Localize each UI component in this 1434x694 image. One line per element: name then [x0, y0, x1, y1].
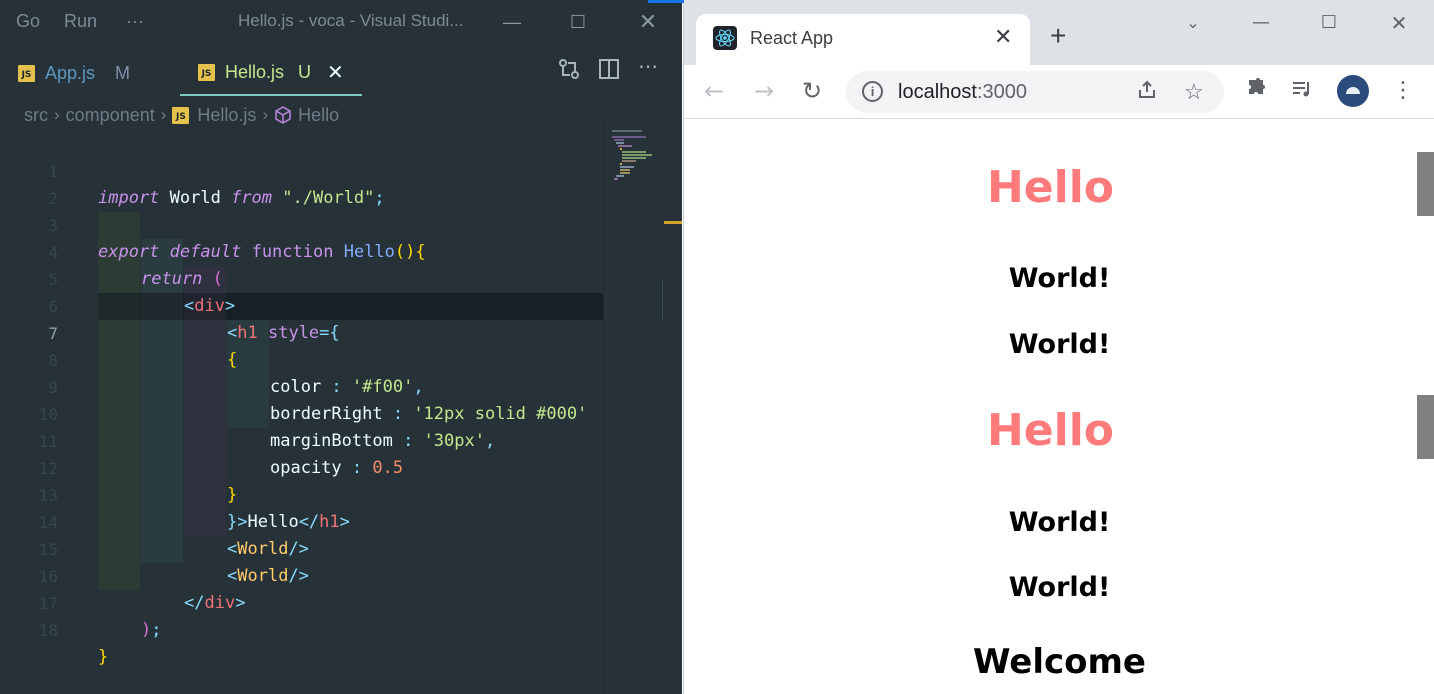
forward-arrow-icon[interactable]: → — [754, 77, 774, 105]
window-title: Hello.js - voca - Visual Studi... — [238, 11, 464, 30]
world-heading: World! — [1008, 263, 1111, 294]
code-line: 18 } — [38, 621, 109, 667]
minimap-divider — [662, 280, 663, 320]
code-line: 16 </div> — [38, 567, 246, 613]
new-tab-plus-icon[interactable]: + — [1050, 22, 1066, 50]
profile-avatar[interactable] — [1337, 75, 1369, 107]
hello-heading: Hello — [986, 162, 1115, 213]
code-line: 17 ); — [38, 594, 162, 640]
reload-icon[interactable]: ↻ — [802, 77, 822, 105]
minimize-icon[interactable]: — — [1238, 8, 1284, 38]
more-actions-icon[interactable]: ⋯ — [638, 54, 658, 78]
menu-go[interactable]: Go — [16, 11, 40, 32]
js-file-icon: JS — [18, 64, 35, 82]
world-heading: World! — [1008, 507, 1111, 538]
browser-toolbar: ← → ↻ i localhost:3000 ☆ ⋮ — [684, 65, 1434, 119]
close-window-icon[interactable]: ✕ — [1376, 8, 1422, 38]
browser-window: React App ✕ + ⌄ — ☐ ✕ ← → ↻ i localhost:… — [648, 0, 1434, 694]
minimap-marker — [664, 221, 682, 224]
breadcrumb-item[interactable]: src — [24, 105, 48, 126]
code-line: 2 — [48, 189, 58, 208]
react-logo-icon — [713, 26, 737, 50]
browser-menu-icon[interactable]: ⋮ — [1392, 77, 1414, 105]
minimize-icon[interactable]: — — [492, 6, 532, 38]
heading-border-right — [1417, 395, 1434, 459]
chevron-right-icon: › — [160, 105, 167, 124]
untracked-badge: U — [298, 61, 312, 82]
close-icon[interactable]: ✕ — [628, 6, 668, 38]
chevron-right-icon: › — [54, 105, 60, 124]
breadcrumb-item[interactable]: component — [66, 105, 155, 126]
url-text[interactable]: localhost:3000 — [898, 81, 1027, 104]
bookmark-star-icon[interactable]: ☆ — [1184, 79, 1204, 105]
heading-border-right — [1417, 152, 1434, 216]
code-line: 11 opacity : 0.5 — [38, 432, 404, 478]
browser-tabstrip: React App ✕ + ⌄ — ☐ ✕ — [684, 0, 1434, 65]
editor-tabbar: JS App.js M JS Hello.js U ✕ ⋯ — [0, 50, 682, 96]
code-line: 5 <div> — [48, 270, 236, 316]
code-line: 4 return ( — [48, 243, 223, 289]
tab-label: App.js — [45, 62, 96, 83]
code-line: 1 import World from "./World"; — [48, 162, 385, 208]
code-line: 7 { — [48, 324, 238, 370]
git-compare-icon[interactable] — [558, 58, 580, 85]
back-arrow-icon[interactable]: ← — [704, 77, 724, 105]
menu-more[interactable]: ··· — [126, 11, 144, 32]
code-line: 10 marginBottom : '30px', — [38, 405, 496, 451]
code-line: 9 borderRight : '12px solid #000' — [48, 378, 588, 424]
minimap[interactable] — [603, 120, 682, 694]
code-line: 6 <h1 style={ — [48, 297, 340, 343]
maximize-icon[interactable]: ☐ — [1306, 8, 1352, 38]
code-line: 14 <World/> — [38, 513, 309, 559]
chevron-right-icon: › — [262, 105, 269, 124]
tab-hello-js[interactable]: JS Hello.js U ✕ — [180, 50, 362, 96]
vscode-titlebar: Go Run ··· Hello.js - voca - Visual Stud… — [0, 0, 682, 44]
extensions-puzzle-icon[interactable] — [1244, 77, 1268, 109]
code-line: 12 } — [38, 459, 238, 505]
code-line: 15 <World/> — [38, 540, 309, 586]
js-file-icon: JS — [198, 63, 215, 81]
code-line: 13 }>Hello</h1> — [38, 486, 350, 532]
page-viewport: Hello World! World! Hello World! World! … — [684, 120, 1434, 694]
tab-label: Hello.js — [225, 61, 285, 82]
window-focus-accent — [648, 0, 684, 3]
symbol-class-icon — [275, 106, 291, 124]
js-file-icon: JS — [172, 106, 190, 124]
media-queue-icon[interactable] — [1290, 77, 1314, 109]
menu-run[interactable]: Run — [64, 11, 97, 32]
close-tab-icon[interactable]: ✕ — [994, 24, 1012, 50]
world-heading: World! — [1008, 329, 1111, 360]
breadcrumb: src › component › JS Hello.js › Hello — [24, 102, 339, 128]
address-bar[interactable]: i localhost:3000 ☆ — [846, 71, 1224, 113]
maximize-icon[interactable]: ☐ — [558, 6, 598, 38]
browser-tab-react-app[interactable]: React App ✕ — [696, 14, 1030, 65]
share-icon[interactable] — [1136, 79, 1158, 107]
code-editor[interactable]: 1 import World from "./World"; 2 3 expor… — [0, 131, 603, 694]
vscode-window: Go Run ··· Hello.js - voca - Visual Stud… — [0, 0, 682, 694]
code-line: 3 export default function Hello(){ — [48, 216, 426, 262]
breadcrumb-item[interactable]: Hello — [298, 105, 339, 126]
breadcrumb-item[interactable]: Hello.js — [197, 105, 256, 126]
split-editor-icon[interactable] — [598, 58, 620, 85]
modified-badge: M — [115, 62, 131, 83]
hello-heading: Hello — [986, 405, 1115, 456]
browser-tab-title: React App — [750, 28, 834, 48]
close-tab-icon[interactable]: ✕ — [327, 60, 344, 85]
tab-app-js[interactable]: JS App.js M — [18, 50, 130, 96]
welcome-heading: Welcome — [972, 642, 1146, 682]
world-heading: World! — [1008, 572, 1111, 603]
site-info-icon[interactable]: i — [862, 81, 883, 102]
code-line: 8 color : '#f00', — [48, 351, 424, 397]
tab-search-chevron-icon[interactable]: ⌄ — [1170, 8, 1216, 38]
